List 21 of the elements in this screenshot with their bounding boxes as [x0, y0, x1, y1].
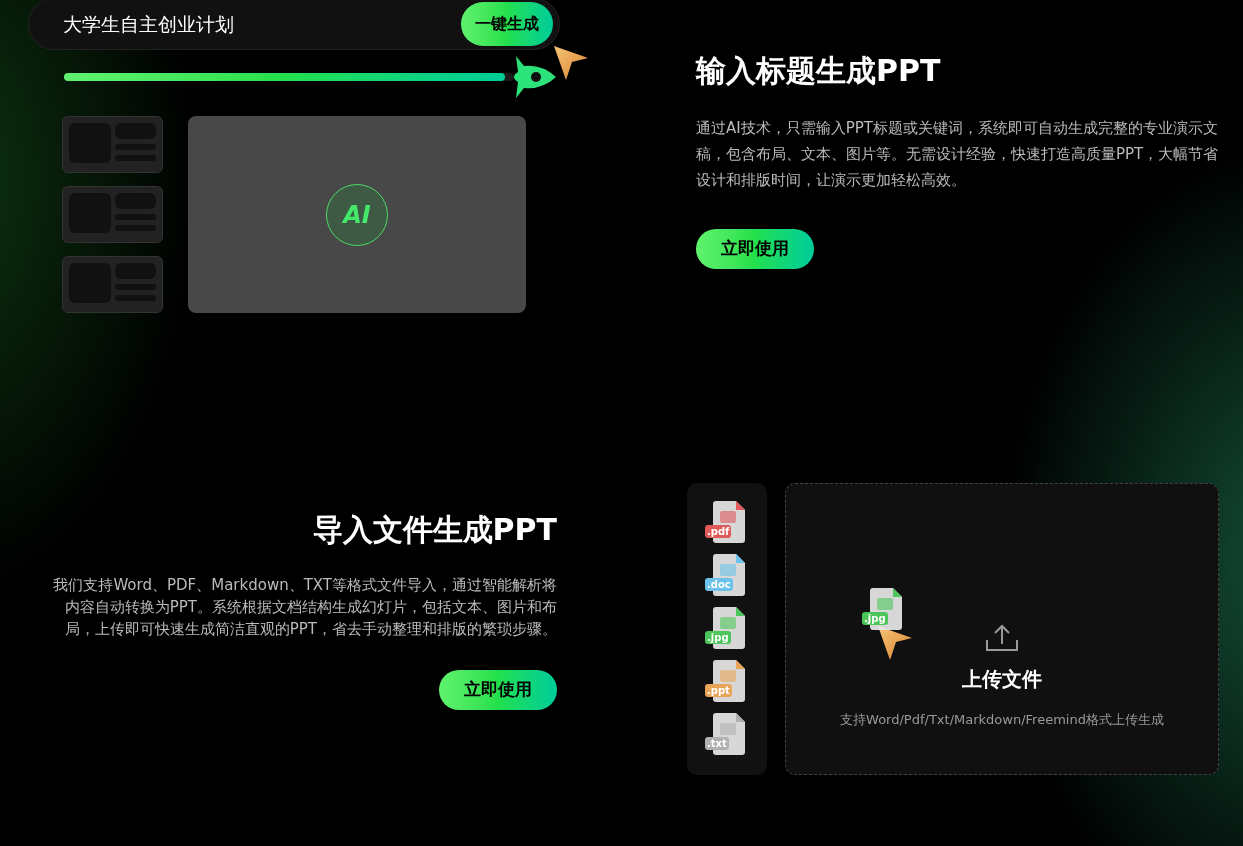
upload-icon: [985, 624, 1019, 652]
use-now-button[interactable]: 立即使用: [696, 229, 814, 269]
file-type-label: .doc: [705, 578, 733, 591]
section-heading: 输入标题生成PPT: [696, 52, 941, 90]
title-input-field[interactable]: 大学生自主创业计划 一键生成: [28, 0, 560, 50]
cursor-arrow-icon: [552, 44, 590, 82]
upload-hint: 支持Word/Pdf/Txt/Markdown/Freemind格式上传生成: [840, 711, 1164, 729]
generate-button[interactable]: 一键生成: [461, 2, 553, 46]
file-type-label: .pdf: [705, 525, 732, 538]
upload-dropzone[interactable]: .jpg 上传文件 支持Word/Pdf/Txt/Markdown/Freemind格式上传生成: [785, 483, 1219, 775]
section-heading: 导入文件生成PPT: [312, 511, 557, 549]
file-type-label: .jpg: [705, 631, 731, 644]
input-value: 大学生自主创业计划: [63, 11, 234, 37]
file-type-label: .txt: [705, 737, 729, 750]
file-type-label: .ppt: [705, 684, 732, 697]
section-description: 通过AI技术，只需输入PPT标题或关键词，系统即可自动生成完整的专业演示文稿，包含布局、文本、图片等。无需设计经验，快速打造高质量PPT，大幅节省设计和排版时间，让演示更加轻松高效。: [696, 118, 1220, 191]
ai-badge: AI: [326, 183, 388, 246]
upload-title: 上传文件: [962, 666, 1042, 693]
file-type-label: .jpg: [862, 612, 888, 625]
use-now-button[interactable]: 立即使用: [439, 670, 557, 710]
section-description: 我们支持Word、PDF、Markdown、TXT等格式文件导入，通过智能解析将内容自动转换为PPT。系统根据文档结构生成幻灯片，包括文本、图片和布局，上传即可快速生成简洁直观的PPT，省去手动整理和排版的繁琐步骤。: [52, 575, 557, 640]
